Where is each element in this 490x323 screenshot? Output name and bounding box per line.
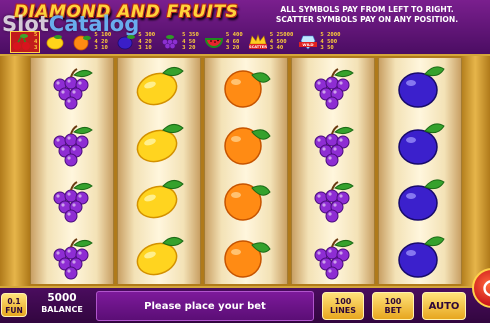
pay-value: 5 400 [225, 32, 243, 39]
grapes-icon [44, 174, 100, 224]
balance-display: 5000 BALANCE [34, 292, 90, 320]
pay-value: 3 10 [138, 45, 152, 52]
reel-2 [117, 58, 201, 284]
paytable-grapes: 5 350 4 50 3 20 [159, 31, 199, 53]
orange-icon [71, 32, 93, 52]
bet-value: 100 [384, 297, 402, 306]
paytable-watermelon: 5 400 4 60 3 20 [203, 31, 243, 53]
reel-frame [0, 56, 490, 286]
lemon-icon [131, 174, 187, 224]
pay-value: 3 40 [269, 45, 284, 52]
paytable-scatter-values: 5 25000 4 500 3 40 [270, 32, 294, 51]
orange-icon [218, 231, 274, 281]
plum-icon [392, 231, 448, 281]
scatter-crown-icon: SCATTER [247, 32, 269, 52]
orange-icon [218, 61, 274, 111]
reel-5 [378, 58, 462, 284]
bottom-bar: 0.1 FUN 5000 BALANCE Please place your b… [0, 286, 490, 323]
pay-value: 3 20 [225, 45, 240, 52]
plum-icon [392, 174, 448, 224]
paytable-watermelon-values: 5 400 4 60 3 20 [226, 32, 243, 51]
auto-button[interactable]: AUTO [422, 292, 466, 320]
grapes-icon [44, 231, 100, 281]
pay-value: 5 350 [182, 32, 199, 39]
grapes-icon [305, 118, 361, 168]
top-banner: DIAMOND AND FRUITS SlotCatalog ALL SYMBO… [0, 0, 490, 56]
paytable-cherry: 5 4 3 [10, 31, 41, 53]
orange-icon [218, 118, 274, 168]
orange-icon [218, 174, 274, 224]
grapes-icon [44, 61, 100, 111]
mode-label: FUN [5, 306, 23, 315]
lemon-icon [131, 118, 187, 168]
wild-label: WILD [303, 42, 314, 47]
lemon-icon [131, 231, 187, 281]
rules-text: ALL SYMBOLS PAY FROM LEFT TO RIGHT. SCAT… [262, 5, 472, 25]
pay-value: 5 25000 [269, 32, 294, 39]
paytable-cherry-values: 5 4 3 [34, 32, 37, 51]
grapes-icon [159, 32, 181, 52]
plum-icon [392, 118, 448, 168]
coin-value: 0.1 [7, 297, 21, 306]
lines-button[interactable]: 100 LINES [322, 292, 364, 320]
bet-label: BET [384, 306, 402, 315]
pay-value: 3 50 [320, 45, 334, 52]
pay-value: 3 10 [94, 45, 108, 52]
spin-arrow-icon [483, 280, 490, 297]
paytable-wild-values: 5 2000 4 500 3 50 [320, 32, 340, 51]
reel-1 [30, 58, 114, 284]
grapes-icon [305, 174, 361, 224]
grapes-icon [305, 61, 361, 111]
pay-value: 5 100 [94, 32, 112, 39]
paytable-scatter: SCATTER 5 25000 4 500 3 40 [247, 31, 294, 53]
plum-icon [392, 61, 448, 111]
paytable-orange: 5 100 4 20 3 10 [71, 31, 111, 53]
pay-value: 5 2000 [320, 32, 341, 39]
lines-label: LINES [330, 306, 356, 315]
paytable-wild: WILD 5 2000 4 500 3 50 [297, 31, 341, 53]
paytable-plum: 5 300 4 20 3 10 [115, 31, 155, 53]
bet-button[interactable]: 100 BET [372, 292, 414, 320]
coin-value-button[interactable]: 0.1 FUN [1, 293, 27, 317]
status-message: Please place your bet [96, 291, 314, 321]
pay-value: 5 300 [138, 32, 156, 39]
scatter-label: SCATTER [249, 45, 267, 49]
paytable-orange-values: 5 100 4 20 3 10 [94, 32, 111, 51]
plum-icon [115, 32, 137, 52]
reels [30, 58, 462, 284]
pay-value: 3 [34, 45, 38, 52]
lines-value: 100 [334, 297, 352, 306]
paytable: 5 4 3 5 100 4 20 3 10 5 300 4 20 3 10 5 … [10, 30, 482, 54]
reel-3 [204, 58, 288, 284]
wild-icon: WILD [297, 32, 319, 52]
rules-line-2: SCATTER SYMBOLS PAY ON ANY POSITION. [275, 15, 459, 24]
cherry-icon [11, 32, 33, 52]
rules-line-1: ALL SYMBOLS PAY FROM LEFT TO RIGHT. [280, 5, 454, 14]
reel-4 [291, 58, 375, 284]
grapes-icon [44, 118, 100, 168]
balance-label: BALANCE [41, 305, 83, 314]
pay-value: 3 20 [182, 45, 196, 52]
lemon-icon [131, 61, 187, 111]
pay-value: 5 [34, 32, 38, 39]
paytable-grapes-values: 5 350 4 50 3 20 [182, 32, 199, 51]
watermelon-icon [203, 32, 225, 52]
paytable-plum-values: 5 300 4 20 3 10 [138, 32, 155, 51]
balance-value: 5000 [47, 292, 77, 304]
status-message-text: Please place your bet [144, 300, 266, 312]
paytable-lemon [44, 31, 67, 53]
grapes-icon [305, 231, 361, 281]
lemon-icon [44, 32, 66, 52]
